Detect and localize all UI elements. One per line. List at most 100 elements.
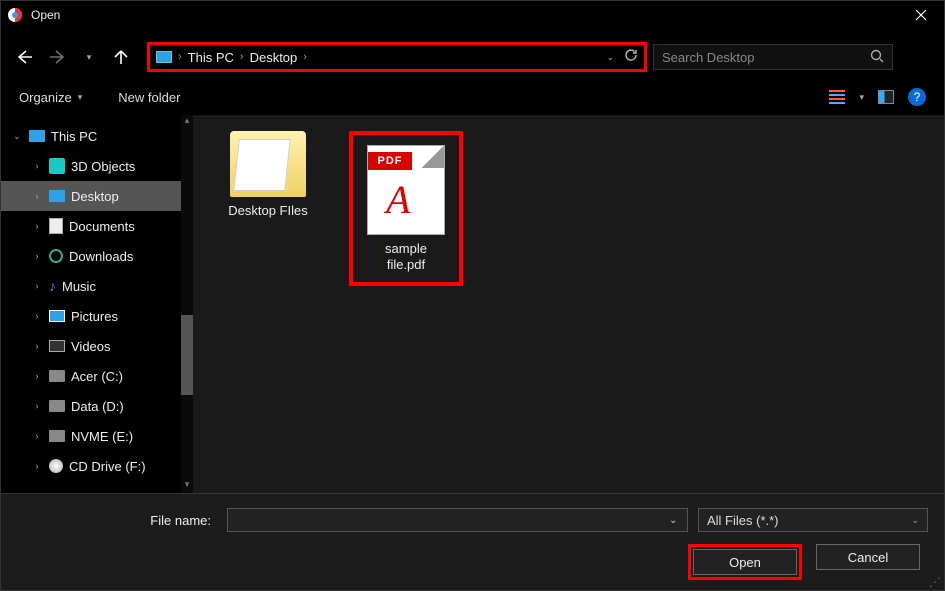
pictures-icon <box>49 310 65 322</box>
item-label: Desktop FIles <box>228 203 307 218</box>
breadcrumb[interactable]: › This PC › Desktop › ⌄ <box>147 42 647 72</box>
breadcrumb-this-pc[interactable]: This PC <box>188 50 234 65</box>
refresh-button[interactable] <box>624 48 638 67</box>
tree-label: Data (D:) <box>71 399 124 414</box>
organize-menu[interactable]: Organize ▾ <box>19 90 82 105</box>
help-button[interactable]: ? <box>908 88 926 106</box>
filename-label: File name: <box>17 513 217 528</box>
scroll-up-icon[interactable]: ▴ <box>181 115 193 129</box>
forward-button[interactable] <box>43 43 71 71</box>
tree-label: Acer (C:) <box>71 369 123 384</box>
toolbar: Organize ▾ New folder ▾ ? <box>1 79 944 115</box>
pdf-icon: PDF A <box>367 145 445 235</box>
expand-icon[interactable]: › <box>31 161 43 171</box>
chevron-right-icon[interactable]: › <box>240 51 244 63</box>
3d-objects-icon <box>49 158 65 174</box>
body: ⌄ This PC › 3D Objects › Desktop › <box>1 115 944 493</box>
tree-label: This PC <box>51 129 97 144</box>
adobe-a-icon: A <box>386 176 410 223</box>
pc-icon <box>156 51 172 63</box>
filename-history-dropdown[interactable]: ⌄ <box>669 515 681 526</box>
breadcrumb-desktop[interactable]: Desktop <box>250 50 298 65</box>
chevron-down-icon: ⌄ <box>911 515 919 526</box>
tree-label: NVME (E:) <box>71 429 133 444</box>
file-content-area[interactable]: Desktop FIles PDF A sample file.pdf <box>193 115 944 493</box>
pdf-badge: PDF <box>368 152 412 170</box>
tree-item-documents[interactable]: › Documents <box>1 211 193 241</box>
tree-item-music[interactable]: › ♪ Music <box>1 271 193 301</box>
cancel-button[interactable]: Cancel <box>816 544 920 570</box>
expand-icon[interactable]: › <box>31 311 43 321</box>
expand-icon[interactable]: › <box>31 461 43 471</box>
close-button[interactable] <box>898 1 944 29</box>
expand-icon[interactable]: › <box>31 281 43 291</box>
chevron-right-icon[interactable]: › <box>303 51 307 63</box>
tree-item-drive-c[interactable]: › Acer (C:) <box>1 361 193 391</box>
scroll-thumb[interactable] <box>181 315 193 395</box>
up-button[interactable] <box>107 43 135 71</box>
collapse-icon[interactable]: ⌄ <box>11 131 23 142</box>
expand-icon[interactable]: › <box>31 341 43 351</box>
search-icon[interactable] <box>870 49 884 66</box>
drive-icon <box>49 430 65 442</box>
open-dialog: Open ▾ › This PC › Desktop › ⌄ <box>0 0 945 591</box>
tree-label: CD Drive (F:) <box>69 459 146 474</box>
tree-root-this-pc[interactable]: ⌄ This PC <box>1 121 193 151</box>
file-type-filter[interactable]: All Files (*.*) ⌄ <box>698 508 928 532</box>
tree-label: Music <box>62 279 96 294</box>
file-item-sample-pdf[interactable]: PDF A sample file.pdf <box>349 131 463 286</box>
scroll-down-icon[interactable]: ▾ <box>181 479 193 493</box>
chevron-right-icon[interactable]: › <box>178 51 182 63</box>
search-input[interactable]: Search Desktop <box>653 44 893 70</box>
folder-icon <box>230 131 306 197</box>
desktop-icon <box>49 190 65 202</box>
view-dropdown[interactable]: ▾ <box>859 92 864 103</box>
tree-label: Pictures <box>71 309 118 324</box>
tree-label: Downloads <box>69 249 133 264</box>
preview-pane-icon[interactable] <box>878 90 894 104</box>
recent-dropdown[interactable]: ▾ <box>75 43 103 71</box>
tree-label: Desktop <box>71 189 119 204</box>
item-label: sample file.pdf <box>385 241 427 274</box>
tree-item-desktop[interactable]: › Desktop <box>1 181 193 211</box>
nav-row: ▾ › This PC › Desktop › ⌄ Search Desktop <box>1 41 944 73</box>
new-folder-button[interactable]: New folder <box>118 90 180 105</box>
documents-icon <box>49 218 63 234</box>
open-button[interactable]: Open <box>693 549 797 575</box>
downloads-icon <box>49 249 63 263</box>
tree-item-downloads[interactable]: › Downloads <box>1 241 193 271</box>
cd-icon <box>49 459 63 473</box>
search-placeholder: Search Desktop <box>662 50 755 65</box>
pc-icon <box>29 130 45 142</box>
music-icon: ♪ <box>49 278 56 294</box>
resize-grip[interactable]: ⋰ <box>929 575 941 587</box>
tree-label: Documents <box>69 219 135 234</box>
open-button-highlight: Open <box>688 544 802 580</box>
tree-label: 3D Objects <box>71 159 135 174</box>
sidebar-scrollbar[interactable]: ▴ ▾ <box>181 115 193 493</box>
tree-item-3d-objects[interactable]: › 3D Objects <box>1 151 193 181</box>
filter-label: All Files (*.*) <box>707 513 779 528</box>
app-icon <box>7 7 23 23</box>
expand-icon[interactable]: › <box>31 371 43 381</box>
drive-icon <box>49 370 65 382</box>
expand-icon[interactable]: › <box>31 251 43 261</box>
expand-icon[interactable]: › <box>31 191 43 201</box>
back-button[interactable] <box>11 43 39 71</box>
tree-item-drive-d[interactable]: › Data (D:) <box>1 391 193 421</box>
filename-input[interactable] <box>228 509 669 531</box>
view-options-icon[interactable] <box>829 90 845 104</box>
history-dropdown[interactable]: ⌄ <box>606 52 614 63</box>
titlebar: Open <box>1 1 944 29</box>
videos-icon <box>49 340 65 352</box>
expand-icon[interactable]: › <box>31 431 43 441</box>
expand-icon[interactable]: › <box>31 221 43 231</box>
tree-item-drive-e[interactable]: › NVME (E:) <box>1 421 193 451</box>
window-title: Open <box>31 8 898 22</box>
tree-item-videos[interactable]: › Videos <box>1 331 193 361</box>
tree-item-cd-drive[interactable]: › CD Drive (F:) <box>1 451 193 481</box>
folder-item-desktop-files[interactable]: Desktop FIles <box>213 131 323 218</box>
tree-item-pictures[interactable]: › Pictures <box>1 301 193 331</box>
expand-icon[interactable]: › <box>31 401 43 411</box>
nav-tree: ⌄ This PC › 3D Objects › Desktop › <box>1 115 193 493</box>
